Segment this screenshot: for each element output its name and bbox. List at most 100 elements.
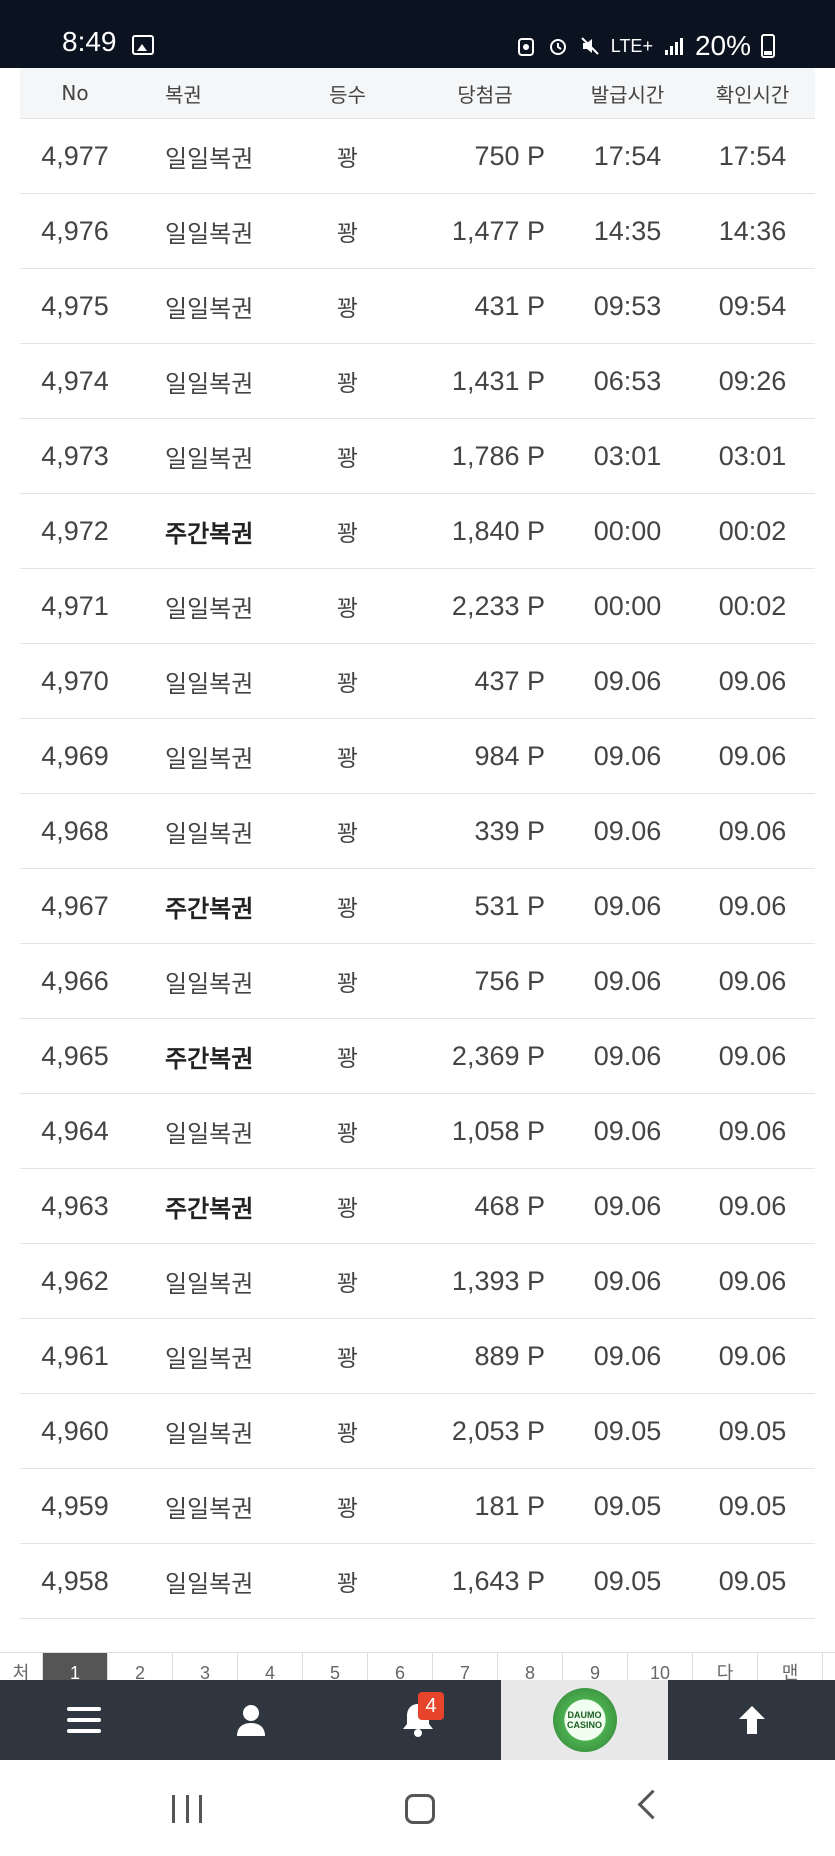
menu-button[interactable] [0,1680,167,1760]
cell-no: 4,971 [41,590,109,621]
cell-no: 4,972 [41,515,109,546]
page-link[interactable]: 3 [173,1653,238,1681]
cell-prize: 1,431 P [451,365,545,396]
cell-type: 주간복권 [165,1044,254,1073]
cell-rank: 꽝 [336,296,359,322]
cell-rank: 꽝 [336,1346,359,1372]
header-no: No [61,81,89,105]
cell-checked: 09.06 [718,665,787,696]
cell-rank: 꽝 [336,671,359,697]
cell-issued: 09.06 [593,1340,662,1371]
cell-type: 일일복권 [165,1119,254,1148]
cell-type: 일일복권 [165,594,254,623]
casino-logo-button[interactable]: DAUMO CASINO [501,1680,668,1760]
cell-checked: 09.05 [718,1415,787,1446]
cell-prize: 1,058 P [451,1115,545,1146]
cell-type: 일일복권 [165,144,254,173]
cell-issued: 09.06 [593,740,662,771]
cell-issued: 09.05 [593,1490,662,1521]
pagination: 처 1 2 3 4 5 6 7 8 9 10 다 맨 [0,1652,835,1681]
cell-no: 4,977 [41,140,109,171]
cell-type: 일일복권 [165,669,254,698]
table-row: 4,968 일일복권 꽝 339 P 09.06 09.06 [20,794,815,869]
cell-no: 4,965 [41,1040,109,1071]
cell-rank: 꽝 [336,1121,359,1147]
cell-rank: 꽝 [336,221,359,247]
cell-checked: 09.06 [718,890,787,921]
page-link[interactable]: 8 [498,1653,563,1681]
battery-icon [761,34,775,58]
cell-type: 일일복권 [165,1569,254,1598]
cell-prize: 2,233 P [451,590,545,621]
page-link[interactable]: 2 [108,1653,173,1681]
recycle-icon [517,38,534,56]
cell-no: 4,973 [41,440,109,471]
cell-rank: 꽝 [336,371,359,397]
page-link[interactable]: 9 [563,1653,628,1681]
cell-checked: 09:26 [718,365,787,396]
cell-type: 일일복권 [165,1494,254,1523]
arrow-up-icon [738,1706,765,1734]
cell-prize: 2,369 P [451,1040,545,1071]
cell-prize: 339 P [474,815,545,846]
scroll-top-button[interactable] [668,1680,835,1760]
lottery-history-table: No 복권 등수 당첨금 발급시간 확인시간 4,977 일일복권 꽝 750 P 17… [20,68,815,1619]
alarm-icon [549,39,566,55]
home-icon[interactable] [405,1794,435,1824]
notification-badge: 4 [418,1692,444,1720]
signal-icon [664,38,683,55]
cell-type: 일일복권 [165,369,254,398]
cell-checked: 09.06 [718,740,787,771]
page-link[interactable]: 1 [43,1653,108,1681]
cell-type: 일일복권 [165,1419,254,1448]
table-row: 4,963 주간복권 꽝 468 P 09.06 09.06 [20,1169,815,1244]
status-bar: 8:49 LTE+ 20% [0,0,835,68]
cell-prize: 756 P [474,965,545,996]
cell-type: 주간복권 [165,894,254,923]
table-row: 4,959 일일복권 꽝 181 P 09.05 09.05 [20,1469,815,1544]
cell-rank: 꽝 [336,596,359,622]
page-link[interactable]: 맨 [758,1653,823,1681]
cell-issued: 00:00 [593,515,662,546]
cell-no: 4,958 [41,1565,109,1596]
cell-issued: 09.06 [593,1265,662,1296]
page-link[interactable]: 4 [238,1653,303,1681]
cell-type: 주간복권 [165,1194,254,1223]
recent-apps-icon[interactable] [172,1795,202,1823]
cell-checked: 09.05 [718,1565,787,1596]
cell-issued: 09.06 [593,665,662,696]
mute-icon [581,37,599,55]
page-link[interactable]: 10 [628,1653,693,1681]
cell-checked: 09.06 [718,1115,787,1146]
cell-checked: 09:54 [718,290,787,321]
page-link[interactable]: 6 [368,1653,433,1681]
cell-no: 4,976 [41,215,109,246]
cell-no: 4,974 [41,365,109,396]
cell-checked: 14:36 [718,215,787,246]
page-link[interactable]: 5 [303,1653,368,1681]
cell-type: 일일복권 [165,219,254,248]
cell-checked: 09.06 [718,965,787,996]
cell-rank: 꽝 [336,821,359,847]
cell-issued: 09.05 [593,1565,662,1596]
cell-no: 4,964 [41,1115,109,1146]
notification-button[interactable] [334,1680,501,1760]
status-time: 8:49 [62,26,117,57]
header-rank: 등수 [329,82,366,107]
menu-icon [66,1707,101,1733]
cell-type: 일일복권 [165,744,254,773]
page-link[interactable]: 다 [693,1653,758,1681]
page-link[interactable]: 7 [433,1653,498,1681]
battery-percent: 20% [694,30,751,61]
page-link[interactable]: 처 [0,1653,43,1681]
table-row: 4,961 일일복권 꽝 889 P 09.06 09.06 [20,1319,815,1394]
cell-no: 4,967 [41,890,109,921]
cell-issued: 14:35 [593,215,662,246]
cell-issued: 09.06 [593,1040,662,1071]
profile-button[interactable] [167,1680,334,1760]
cell-rank: 꽝 [336,446,359,472]
cell-rank: 꽝 [336,1271,359,1297]
table-row: 4,969 일일복권 꽝 984 P 09.06 09.06 [20,719,815,794]
table-row: 4,977 일일복권 꽝 750 P 17:54 17:54 [20,119,815,194]
cell-type: 일일복권 [165,969,254,998]
